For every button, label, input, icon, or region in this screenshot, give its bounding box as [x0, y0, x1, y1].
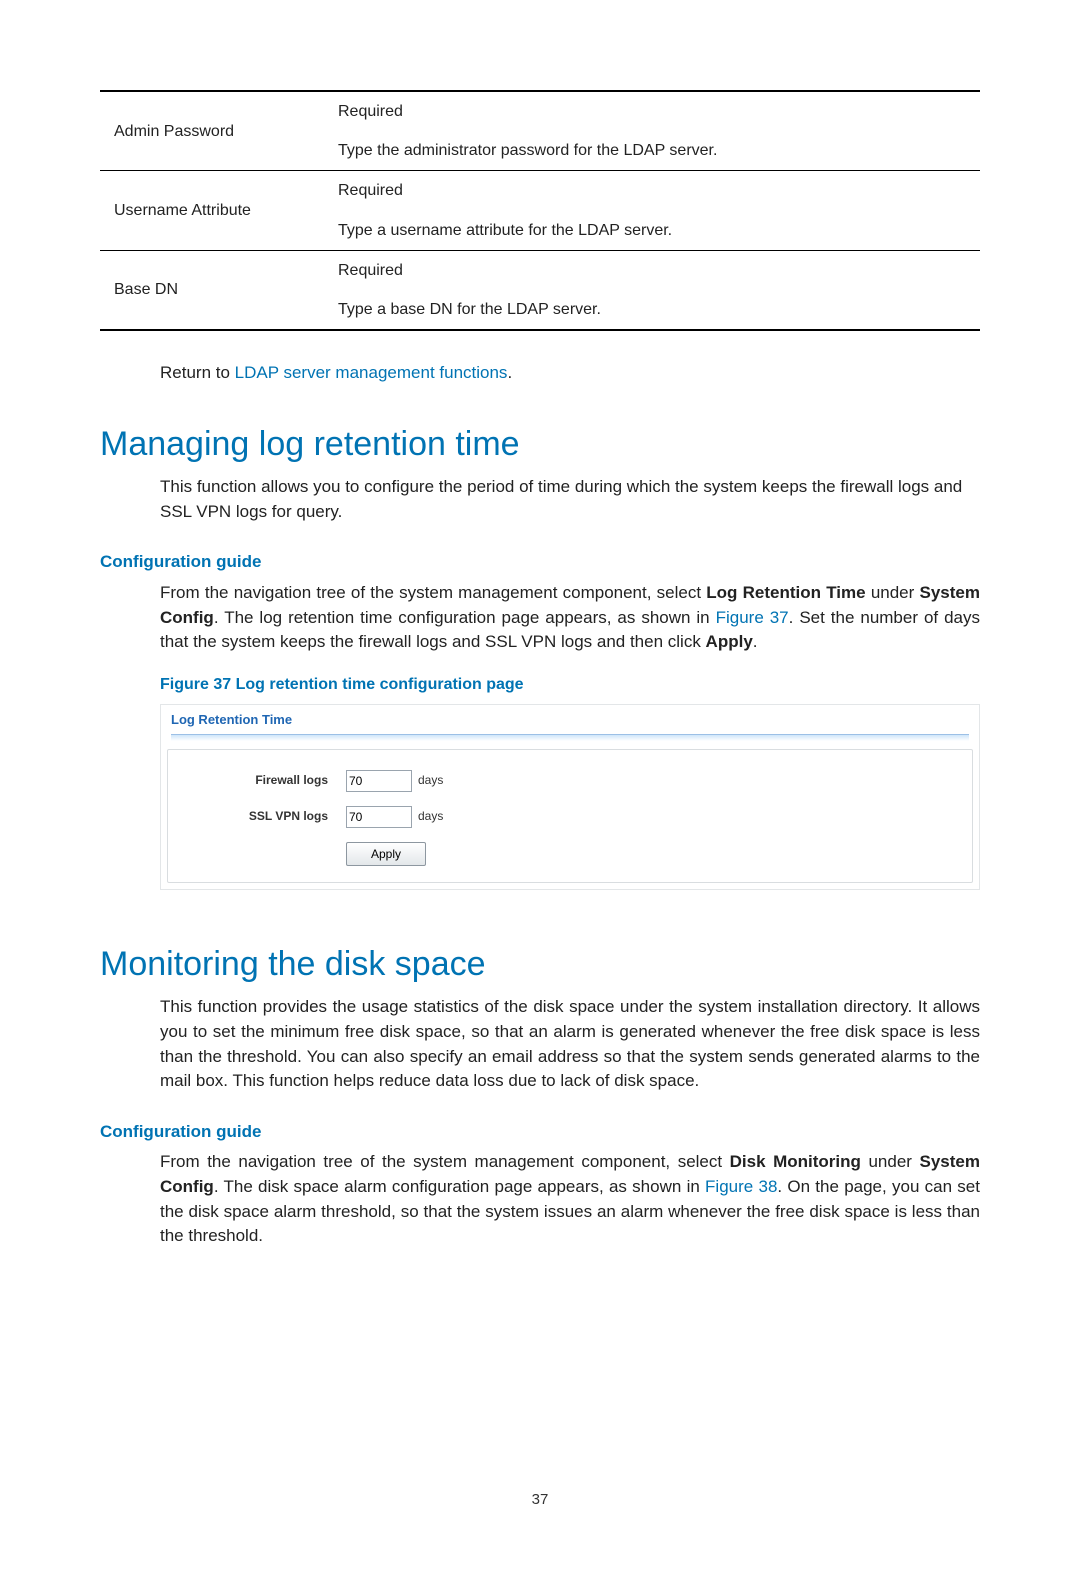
- heading-disk-space: Monitoring the disk space: [100, 940, 980, 989]
- ldap-row-desc: Type the administrator password for the …: [324, 131, 980, 171]
- ldap-row-key: Username Attribute: [100, 171, 324, 250]
- subhead-config-guide-1: Configuration guide: [100, 550, 980, 575]
- ldap-row-key: Base DN: [100, 250, 324, 330]
- ldap-row-required: Required: [324, 171, 980, 211]
- screenshot-header: Log Retention Time: [171, 711, 292, 732]
- ldap-row-desc: Type a base DN for the LDAP server.: [324, 290, 980, 330]
- screenshot-panel: Firewall logs days SSL VPN logs days App…: [167, 749, 973, 883]
- ldap-row-required: Required: [324, 91, 980, 131]
- firewall-logs-input[interactable]: [346, 770, 412, 792]
- return-prefix: Return to: [160, 363, 235, 382]
- apply-button[interactable]: Apply: [346, 842, 426, 866]
- screenshot-divider: [171, 734, 969, 741]
- ssl-vpn-logs-input[interactable]: [346, 806, 412, 828]
- ldap-row-key: Admin Password: [100, 91, 324, 171]
- figure-37-link[interactable]: Figure 37: [716, 608, 789, 627]
- ldap-row-required: Required: [324, 250, 980, 290]
- figure-37-caption: Figure 37 Log retention time configurati…: [160, 673, 980, 696]
- ldap-mgmt-link[interactable]: LDAP server management functions: [235, 363, 508, 382]
- page-number: 37: [100, 1489, 980, 1511]
- log-retention-intro: This function allows you to configure th…: [160, 475, 980, 524]
- subhead-config-guide-2: Configuration guide: [100, 1120, 980, 1145]
- ssl-days-unit: days: [418, 808, 443, 825]
- heading-log-retention: Managing log retention time: [100, 420, 980, 469]
- bold-apply: Apply: [706, 632, 753, 651]
- return-suffix: .: [507, 363, 512, 382]
- bold-log-retention-time: Log Retention Time: [706, 583, 865, 602]
- log-retention-guide: From the navigation tree of the system m…: [160, 581, 980, 655]
- ldap-attribute-table: Admin Password Required Type the adminis…: [100, 90, 980, 331]
- ssl-vpn-logs-label: SSL VPN logs: [178, 808, 346, 825]
- ldap-row-desc: Type a username attribute for the LDAP s…: [324, 211, 980, 251]
- firewall-logs-label: Firewall logs: [178, 772, 346, 789]
- return-line: Return to LDAP server management functio…: [160, 361, 980, 386]
- disk-space-intro: This function provides the usage statist…: [160, 995, 980, 1094]
- bold-disk-monitoring: Disk Monitoring: [730, 1152, 861, 1171]
- log-retention-screenshot: Log Retention Time Firewall logs days SS…: [160, 704, 980, 890]
- disk-space-guide: From the navigation tree of the system m…: [160, 1150, 980, 1249]
- figure-38-link[interactable]: Figure 38: [705, 1177, 777, 1196]
- firewall-days-unit: days: [418, 772, 443, 789]
